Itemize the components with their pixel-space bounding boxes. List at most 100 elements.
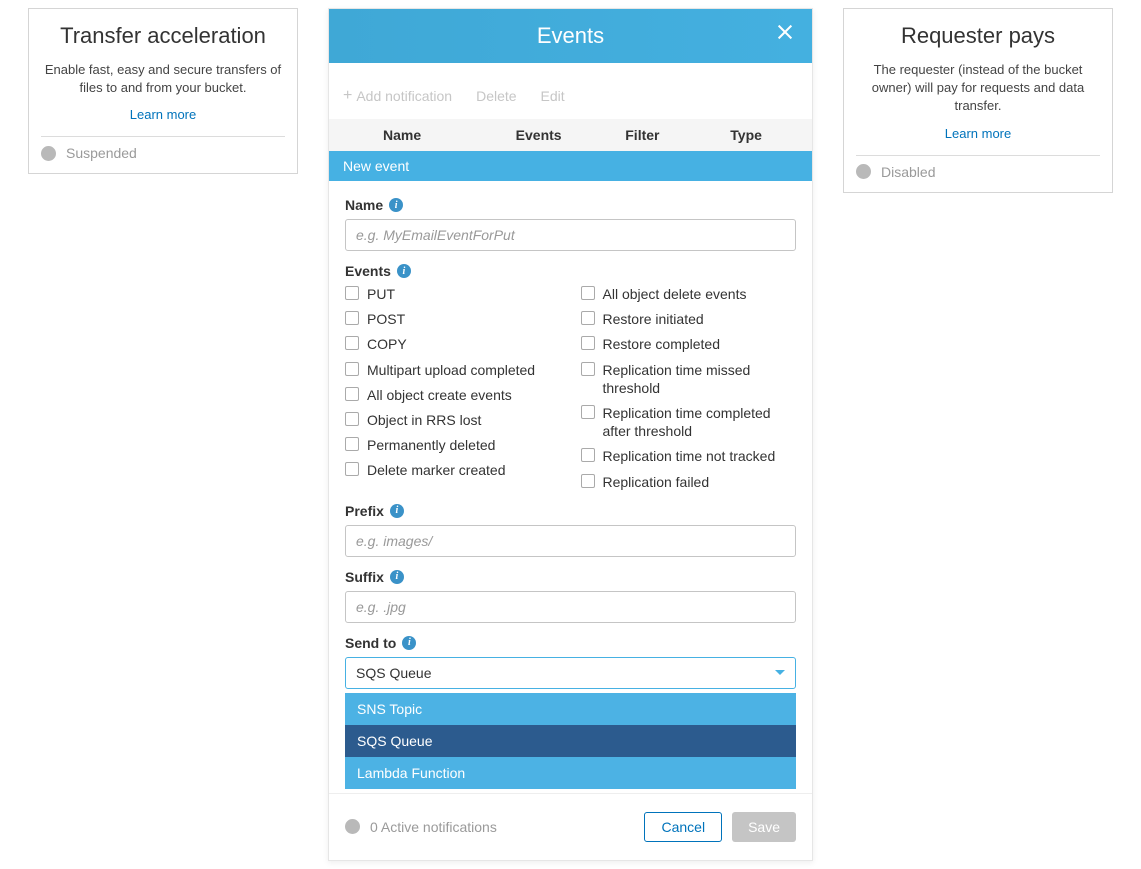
send-to-option[interactable]: SQS Queue (345, 725, 796, 757)
prefix-label: Prefix i (345, 503, 796, 519)
checkbox-label: POST (367, 310, 405, 328)
info-icon[interactable]: i (389, 198, 403, 212)
prefix-input[interactable] (345, 525, 796, 557)
checkbox-icon (345, 336, 359, 350)
chevron-down-icon (775, 670, 785, 675)
card-description: The requester (instead of the bucket own… (856, 61, 1100, 116)
transfer-acceleration-card: Transfer acceleration Enable fast, easy … (28, 8, 298, 174)
checkbox-icon (581, 474, 595, 488)
col-name: Name (343, 127, 487, 143)
add-notification-button[interactable]: Add notification (343, 87, 452, 105)
checkbox-label: PUT (367, 285, 395, 303)
suffix-input[interactable] (345, 591, 796, 623)
card-title: Requester pays (901, 23, 1055, 49)
new-event-row[interactable]: New event (329, 151, 812, 181)
events-label: Events i (345, 263, 796, 279)
checkbox-label: COPY (367, 335, 407, 353)
save-button[interactable]: Save (732, 812, 796, 842)
checkbox-label: Delete marker created (367, 461, 506, 479)
event-right-checkbox[interactable]: Replication failed (581, 473, 797, 491)
checkbox-label: All object create events (367, 386, 512, 404)
status-row: Suspended (41, 145, 285, 161)
checkbox-icon (581, 362, 595, 376)
checkbox-icon (345, 437, 359, 451)
card-title: Transfer acceleration (60, 23, 266, 49)
info-icon[interactable]: i (397, 264, 411, 278)
checkbox-icon (581, 405, 595, 419)
footer-status: 0 Active notifications (345, 819, 497, 835)
col-events: Events (487, 127, 591, 143)
checkbox-label: Replication time not tracked (603, 447, 776, 465)
send-to-select[interactable]: SQS Queue (345, 657, 796, 689)
modal-title: Events (537, 23, 604, 49)
learn-more-link[interactable]: Learn more (945, 126, 1011, 141)
checkbox-label: Restore initiated (603, 310, 704, 328)
event-left-checkbox[interactable]: Object in RRS lost (345, 411, 561, 429)
checkbox-icon (581, 448, 595, 462)
event-right-checkbox[interactable]: Replication time not tracked (581, 447, 797, 465)
requester-pays-card: Requester pays The requester (instead of… (843, 8, 1113, 193)
name-input[interactable] (345, 219, 796, 251)
status-text: Suspended (66, 145, 137, 161)
event-left-checkbox[interactable]: Delete marker created (345, 461, 561, 479)
event-right-checkbox[interactable]: All object delete events (581, 285, 797, 303)
event-left-checkbox[interactable]: Permanently deleted (345, 436, 561, 454)
send-to-option[interactable]: Lambda Function (345, 757, 796, 789)
info-icon[interactable]: i (390, 570, 404, 584)
checkbox-label: Replication failed (603, 473, 710, 491)
status-dot-icon (41, 146, 56, 161)
checkbox-icon (345, 311, 359, 325)
checkbox-label: Restore completed (603, 335, 721, 353)
event-right-checkbox[interactable]: Replication time missed threshold (581, 361, 797, 397)
divider (41, 136, 285, 137)
status-text: Disabled (881, 164, 935, 180)
checkbox-label: Multipart upload completed (367, 361, 535, 379)
checkbox-label: Replication time missed threshold (603, 361, 797, 397)
checkbox-icon (345, 362, 359, 376)
event-right-checkbox[interactable]: Replication time completed after thresho… (581, 404, 797, 440)
event-left-checkbox[interactable]: POST (345, 310, 561, 328)
add-notification-label: Add notification (356, 88, 452, 104)
learn-more-link[interactable]: Learn more (130, 107, 196, 122)
checkbox-label: Object in RRS lost (367, 411, 481, 429)
event-left-checkbox[interactable]: COPY (345, 335, 561, 353)
checkbox-icon (345, 387, 359, 401)
status-dot-icon (856, 164, 871, 179)
info-icon[interactable]: i (402, 636, 416, 650)
checkbox-icon (345, 412, 359, 426)
send-to-label: Send to i (345, 635, 796, 651)
status-row: Disabled (856, 164, 1100, 180)
cancel-button[interactable]: Cancel (644, 812, 722, 842)
event-left-checkbox[interactable]: All object create events (345, 386, 561, 404)
info-icon[interactable]: i (390, 504, 404, 518)
delete-button[interactable]: Delete (476, 87, 516, 105)
name-label: Name i (345, 197, 796, 213)
checkbox-icon (345, 286, 359, 300)
divider (856, 155, 1100, 156)
checkbox-icon (345, 462, 359, 476)
col-type: Type (694, 127, 798, 143)
close-icon[interactable] (774, 21, 796, 43)
events-modal: Events Add notification Delete Edit Name… (328, 8, 813, 861)
event-left-checkbox[interactable]: PUT (345, 285, 561, 303)
table-header: Name Events Filter Type (329, 119, 812, 151)
status-dot-icon (345, 819, 360, 834)
edit-button[interactable]: Edit (541, 87, 565, 105)
checkbox-label: Replication time completed after thresho… (603, 404, 797, 440)
checkbox-icon (581, 311, 595, 325)
checkbox-label: Permanently deleted (367, 436, 495, 454)
event-right-checkbox[interactable]: Restore completed (581, 335, 797, 353)
card-description: Enable fast, easy and secure transfers o… (41, 61, 285, 97)
send-to-option[interactable]: SNS Topic (345, 693, 796, 725)
send-to-value: SQS Queue (356, 665, 432, 681)
event-right-checkbox[interactable]: Restore initiated (581, 310, 797, 328)
plus-icon (343, 87, 352, 105)
suffix-label: Suffix i (345, 569, 796, 585)
event-left-checkbox[interactable]: Multipart upload completed (345, 361, 561, 379)
modal-header: Events (329, 9, 812, 63)
modal-toolbar: Add notification Delete Edit (329, 63, 812, 119)
checkbox-label: All object delete events (603, 285, 747, 303)
checkbox-icon (581, 336, 595, 350)
checkbox-icon (581, 286, 595, 300)
col-filter: Filter (591, 127, 695, 143)
